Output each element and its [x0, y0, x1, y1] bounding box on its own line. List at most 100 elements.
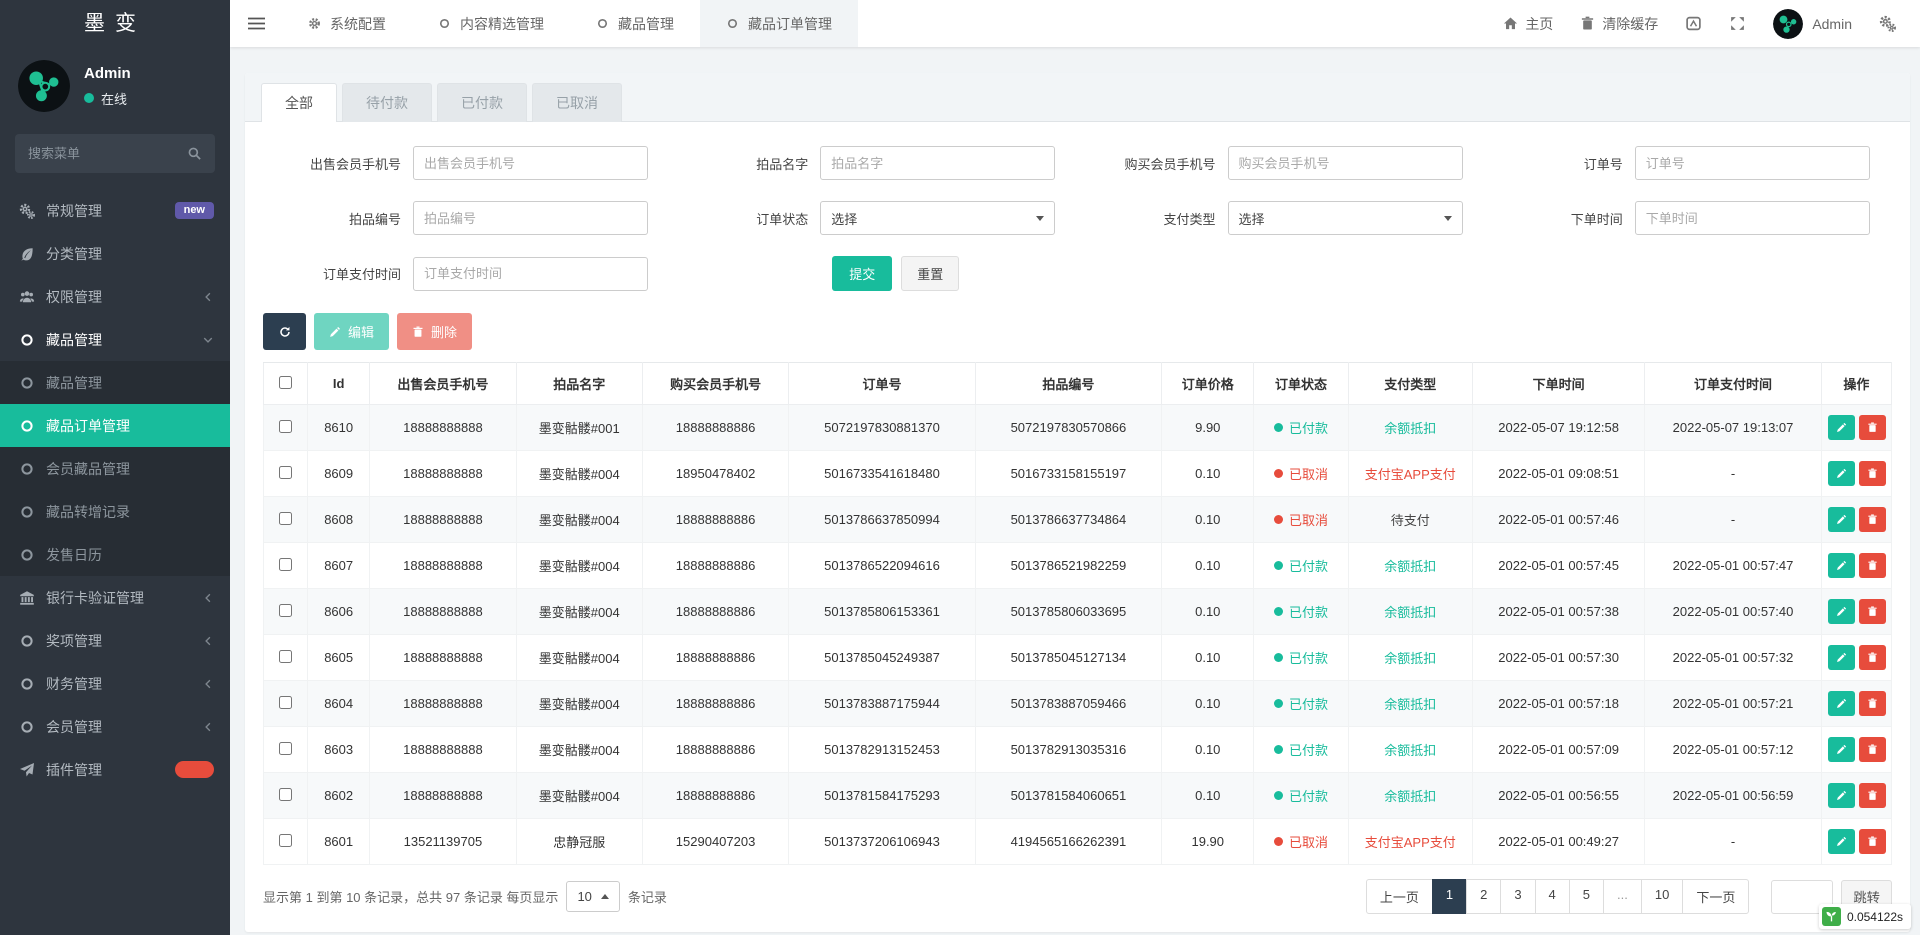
- row-edit-button[interactable]: [1827, 829, 1855, 854]
- sidebar-item-0[interactable]: 常规管理 new: [0, 189, 230, 232]
- row-checkbox[interactable]: [279, 603, 293, 617]
- page-item-5[interactable]: 5: [1568, 879, 1605, 914]
- home-link[interactable]: 主页: [1503, 14, 1553, 34]
- row-edit-button[interactable]: [1827, 737, 1855, 762]
- status-tab-0[interactable]: 全部: [261, 83, 337, 122]
- row-delete-button[interactable]: [1858, 415, 1886, 440]
- sidebar-item-1[interactable]: 分类管理: [0, 232, 230, 275]
- status-badge: 已取消: [1273, 464, 1328, 483]
- page-item-4[interactable]: 4: [1534, 879, 1570, 914]
- menu-toggle-icon[interactable]: [230, 0, 282, 47]
- row-checkbox[interactable]: [279, 787, 293, 801]
- filter-input-4[interactable]: [413, 201, 648, 235]
- cell-pay-time: 2022-05-01 00:57:12: [1644, 726, 1822, 773]
- filter-input-8[interactable]: [413, 256, 648, 291]
- sidebar-item-4[interactable]: 银行卡验证管理: [0, 576, 230, 619]
- row-checkbox[interactable]: [279, 695, 293, 709]
- filter-input-2[interactable]: [1227, 146, 1463, 180]
- sidebar-item-3-2[interactable]: 会员藏品管理: [0, 447, 230, 490]
- filter-input-7[interactable]: [1634, 201, 1870, 235]
- table-row: 8605 18888888888 墨变骷髅#004 18888888886 501378…: [262, 634, 1893, 681]
- sidebar-item-3-4[interactable]: 发售日历: [0, 533, 230, 576]
- cell-status: 已付款: [1253, 542, 1349, 589]
- avatar[interactable]: [18, 60, 70, 112]
- fullscreen-icon[interactable]: [1729, 15, 1746, 32]
- sidebar-item-3-0[interactable]: 藏品管理: [0, 361, 230, 404]
- row-checkbox[interactable]: [279, 557, 293, 571]
- sidebar-item-3-3[interactable]: 藏品转增记录: [0, 490, 230, 533]
- row-delete-button[interactable]: [1858, 829, 1886, 854]
- topbar-tab-0[interactable]: 系统配置: [282, 0, 412, 47]
- filter-input-0[interactable]: [413, 146, 648, 180]
- user-menu[interactable]: Admin: [1773, 8, 1852, 39]
- topbar-tab-1[interactable]: 内容精选管理: [412, 0, 570, 47]
- row-checkbox[interactable]: [279, 465, 293, 479]
- page-item-1[interactable]: 1: [1431, 879, 1468, 914]
- page-item-8[interactable]: 下一页: [1682, 879, 1750, 914]
- row-edit-button[interactable]: [1827, 691, 1855, 716]
- column-header: Id: [307, 362, 371, 405]
- delete-button[interactable]: 删除: [397, 313, 473, 350]
- status-tab-1[interactable]: 待付款: [342, 83, 432, 122]
- row-edit-button[interactable]: [1827, 461, 1855, 486]
- row-delete-button[interactable]: [1858, 783, 1886, 808]
- row-checkbox[interactable]: [279, 511, 293, 525]
- row-edit-button[interactable]: [1827, 599, 1855, 624]
- window-icon[interactable]: [1685, 15, 1702, 32]
- row-delete-button[interactable]: [1858, 645, 1886, 670]
- topbar-tab-2[interactable]: 藏品管理: [570, 0, 700, 47]
- settings-gears-icon[interactable]: [1879, 15, 1896, 32]
- sidebar-item-8[interactable]: 插件管理 new: [0, 748, 230, 791]
- cell-checkbox: [262, 542, 309, 589]
- row-delete-button[interactable]: [1858, 461, 1886, 486]
- filter-select-6[interactable]: 选择: [1227, 201, 1463, 235]
- cell-item-name: 墨变骷髅#004: [515, 680, 643, 727]
- topbar-tab-3[interactable]: 藏品订单管理: [700, 0, 858, 47]
- sidebar-item-3[interactable]: 藏品管理: [0, 318, 230, 361]
- row-delete-button[interactable]: [1858, 737, 1886, 762]
- row-edit-button[interactable]: [1827, 783, 1855, 808]
- filter-input-3[interactable]: [1634, 146, 1870, 180]
- filter-input-1[interactable]: [820, 146, 1056, 180]
- row-edit-button[interactable]: [1827, 507, 1855, 532]
- row-checkbox[interactable]: [279, 741, 293, 755]
- edit-button[interactable]: 编辑: [314, 313, 390, 350]
- page-item-0[interactable]: 上一页: [1365, 879, 1433, 914]
- row-checkbox[interactable]: [279, 649, 293, 663]
- sidebar-item-5[interactable]: 奖项管理: [0, 619, 230, 662]
- sidebar-item-2[interactable]: 权限管理: [0, 275, 230, 318]
- row-delete-button[interactable]: [1858, 507, 1886, 532]
- submit-button[interactable]: 提交: [832, 256, 893, 291]
- circle-icon: [19, 633, 35, 649]
- page-item-3[interactable]: 3: [1500, 879, 1536, 914]
- clear-cache-button[interactable]: 清除缓存: [1580, 14, 1658, 34]
- row-edit-button[interactable]: [1827, 553, 1855, 578]
- page-size-select[interactable]: 10: [566, 881, 620, 912]
- cell-pay-type: 余额抵扣: [1347, 680, 1473, 727]
- refresh-button[interactable]: [263, 313, 306, 350]
- sidebar-item-7[interactable]: 会员管理: [0, 705, 230, 748]
- sidebar-item-3-1[interactable]: 藏品订单管理: [0, 404, 230, 447]
- row-checkbox[interactable]: [279, 419, 293, 433]
- row-delete-button[interactable]: [1858, 599, 1886, 624]
- cell-id: 8605: [307, 634, 371, 681]
- cell-seller-phone: 18888888888: [369, 680, 517, 727]
- row-edit-button[interactable]: [1827, 415, 1855, 440]
- circle-icon: [19, 418, 35, 434]
- status-tab-2[interactable]: 已付款: [437, 83, 527, 122]
- cell-status: 已取消: [1253, 818, 1349, 865]
- sidebar-item-6[interactable]: 财务管理: [0, 662, 230, 705]
- reset-button[interactable]: 重置: [901, 256, 960, 291]
- cell-price: 0.10: [1161, 772, 1255, 819]
- select-all-checkbox[interactable]: [279, 375, 293, 389]
- menu-search-input[interactable]: [15, 134, 215, 173]
- page-item-2[interactable]: 2: [1466, 879, 1502, 914]
- page-item-7[interactable]: 10: [1640, 879, 1684, 914]
- row-delete-button[interactable]: [1858, 553, 1886, 578]
- row-delete-button[interactable]: [1858, 691, 1886, 716]
- row-checkbox[interactable]: [279, 833, 293, 847]
- row-edit-button[interactable]: [1827, 645, 1855, 670]
- filter-select-5[interactable]: 选择: [820, 201, 1056, 235]
- status-tab-3[interactable]: 已取消: [532, 83, 622, 122]
- filter-label: 拍品名字: [756, 156, 809, 172]
